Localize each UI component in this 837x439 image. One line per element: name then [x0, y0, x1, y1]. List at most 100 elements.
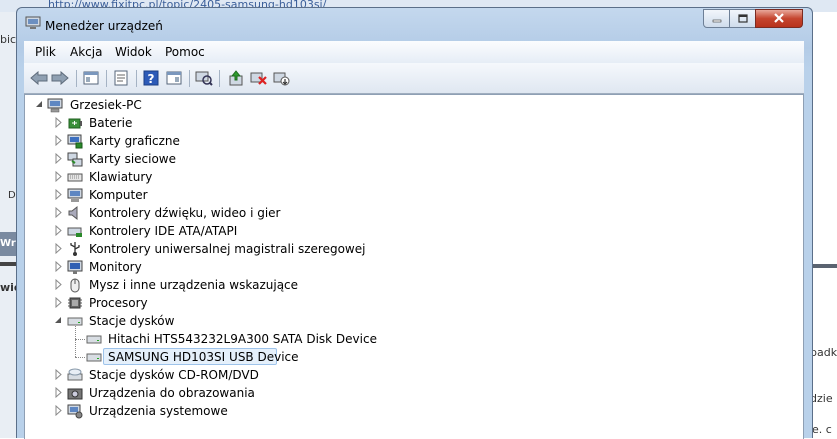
speaker-icon — [67, 205, 83, 221]
keyboard-icon — [67, 169, 83, 185]
disk-drive-icon — [86, 331, 102, 347]
tree-category[interactable]: Karty sieciowe — [25, 150, 803, 168]
tree-category-label: Procesory — [89, 296, 148, 310]
collapse-arrow-icon[interactable] — [35, 99, 44, 110]
maximize-button[interactable] — [729, 9, 756, 28]
expand-arrow-icon[interactable] — [54, 368, 63, 381]
tree-category-label: Monitory — [89, 260, 142, 274]
toolbar-separator — [136, 70, 137, 87]
menu-plik[interactable]: Plik — [35, 45, 56, 59]
expand-arrow-icon[interactable] — [54, 242, 63, 255]
toolbar-separator — [106, 70, 107, 87]
tree-category-label: Kontrolery uniwersalnej magistrali szere… — [89, 242, 366, 256]
menu-pomoc[interactable]: Pomoc — [165, 45, 205, 59]
tree-device-label: Hitachi HTS543232L9A300 SATA Disk Device — [108, 332, 377, 346]
tree-category-label: Urządzenia systemowe — [89, 404, 228, 418]
tree-category[interactable]: Baterie — [25, 114, 803, 132]
tree-category[interactable]: Urządzenia do obrazowania — [25, 384, 803, 402]
help-icon[interactable]: ? — [142, 69, 160, 87]
tree-category[interactable]: Mysz i inne urządzenia wskazujące — [25, 276, 803, 294]
tree-category-label: Stacje dysków — [89, 314, 175, 328]
battery-icon — [67, 115, 83, 131]
show-hide-console-tree-icon[interactable] — [82, 69, 100, 87]
tree-category[interactable]: Kontrolery IDE ATA/ATAPI — [25, 222, 803, 240]
browser-fragment: D — [8, 190, 16, 201]
mouse-icon — [67, 277, 83, 293]
minimize-button[interactable] — [703, 9, 730, 28]
expand-arrow-icon[interactable] — [54, 116, 63, 129]
device-tree[interactable]: Grzesiek-PC Baterie Karty graficzne Karty … — [24, 94, 804, 439]
expand-arrow-icon[interactable] — [54, 296, 63, 309]
title-bar[interactable]: Menedżer urządzeń — [17, 8, 812, 38]
toolbar-separator — [219, 70, 220, 87]
browser-fragment: padk — [810, 346, 837, 359]
window-title: Menedżer urządzeń — [45, 19, 163, 33]
expand-arrow-icon[interactable] — [54, 386, 63, 399]
collapse-arrow-icon[interactable] — [54, 315, 63, 326]
expand-arrow-icon[interactable] — [54, 224, 63, 237]
tree-category-label: Kontrolery dźwięku, wideo i gier — [89, 206, 281, 220]
tree-device[interactable]: SAMSUNG HD103SI USB Device — [25, 348, 803, 366]
ide-controller-icon — [67, 223, 83, 239]
tree-category-label: Stacje dysków CD-ROM/DVD — [89, 368, 259, 382]
expand-arrow-icon[interactable] — [54, 188, 63, 201]
computer-icon — [47, 97, 63, 113]
menu-widok[interactable]: Widok — [115, 45, 152, 59]
tree-category[interactable]: Karty graficzne — [25, 132, 803, 150]
tree-device[interactable]: Hitachi HTS543232L9A300 SATA Disk Device — [25, 330, 803, 348]
expand-arrow-icon[interactable] — [54, 278, 63, 291]
processor-icon — [67, 295, 83, 311]
browser-fragment: e. c — [812, 423, 832, 436]
browser-fragment: bic — [0, 33, 17, 46]
scan-hardware-icon[interactable] — [195, 69, 213, 87]
display-adapter-icon — [67, 133, 83, 149]
menu-bar: Plik Akcja Widok Pomoc — [24, 41, 804, 63]
tree-category-label: Urządzenia do obrazowania — [89, 386, 255, 400]
tree-category[interactable]: Urządzenia systemowe — [25, 402, 803, 420]
tree-category[interactable]: Procesory — [25, 294, 803, 312]
tree-root[interactable]: Grzesiek-PC — [25, 96, 803, 114]
tree-category[interactable]: Klawiatury — [25, 168, 803, 186]
back-icon[interactable] — [30, 69, 48, 87]
toolbar-separator — [189, 70, 190, 87]
show-action-pane-icon[interactable] — [165, 69, 183, 87]
expand-arrow-icon[interactable] — [54, 134, 63, 147]
tree-category-label: Baterie — [89, 116, 133, 130]
expand-arrow-icon[interactable] — [54, 152, 63, 165]
expand-arrow-icon[interactable] — [54, 170, 63, 183]
disable-icon[interactable] — [273, 69, 291, 87]
tree-category-label: Karty sieciowe — [89, 152, 177, 166]
minimize-icon — [712, 12, 722, 26]
tree-category[interactable]: Stacje dysków CD-ROM/DVD — [25, 366, 803, 384]
device-manager-window: Menedżer urządzeń Plik Akcja Widok Pomoc — [16, 7, 813, 439]
close-button[interactable] — [755, 9, 803, 28]
browser-fragment: dzie i — [810, 392, 837, 405]
tree-category-label: Komputer — [89, 188, 148, 202]
tree-category-label: Klawiatury — [89, 170, 153, 184]
expand-arrow-icon[interactable] — [54, 260, 63, 273]
tree-category[interactable]: Kontrolery uniwersalnej magistrali szere… — [25, 240, 803, 258]
usb-icon — [67, 241, 83, 257]
svg-text:?: ? — [148, 72, 155, 86]
expand-arrow-icon[interactable] — [54, 206, 63, 219]
tree-category-label: Mysz i inne urządzenia wskazujące — [89, 278, 299, 292]
network-adapter-icon — [67, 151, 83, 167]
device-manager-icon — [25, 16, 41, 30]
tree-connector — [75, 357, 85, 358]
expand-arrow-icon[interactable] — [54, 404, 63, 417]
menu-akcja[interactable]: Akcja — [70, 45, 102, 59]
tree-root-label: Grzesiek-PC — [70, 98, 142, 112]
update-driver-icon[interactable] — [227, 69, 245, 87]
tree-category-label: Kontrolery IDE ATA/ATAPI — [89, 224, 238, 238]
properties-icon[interactable] — [112, 69, 130, 87]
uninstall-icon[interactable] — [250, 69, 268, 87]
tree-category-label: Karty graficzne — [89, 134, 180, 148]
tree-connector — [75, 326, 76, 357]
tree-category[interactable]: Stacje dysków — [25, 312, 803, 330]
toolbar: ? — [24, 63, 804, 94]
tree-category[interactable]: Komputer — [25, 186, 803, 204]
tree-category[interactable]: Monitory — [25, 258, 803, 276]
forward-icon[interactable] — [51, 69, 69, 87]
tree-category[interactable]: Kontrolery dźwięku, wideo i gier — [25, 204, 803, 222]
disk-drive-icon — [86, 349, 102, 365]
